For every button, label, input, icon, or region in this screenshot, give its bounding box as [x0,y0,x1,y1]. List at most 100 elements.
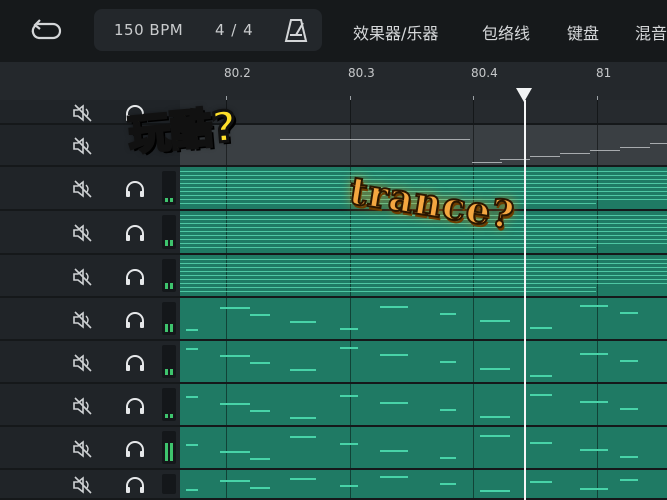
midi-note[interactable] [290,478,316,480]
headphones-icon[interactable] [124,267,146,287]
midi-note[interactable] [380,476,408,478]
midi-note[interactable] [580,353,608,355]
speaker-muted-icon[interactable] [72,103,94,123]
midi-note[interactable] [340,485,358,487]
menu-envelope[interactable]: 包络线 [482,20,530,44]
midi-note[interactable] [250,458,270,460]
midi-note[interactable] [530,327,552,329]
midi-note[interactable] [530,442,552,444]
speaker-muted-icon[interactable] [72,396,94,416]
midi-note[interactable] [250,410,270,412]
midi-note[interactable] [530,394,552,396]
midi-note[interactable] [220,403,250,405]
headphones-icon[interactable] [124,310,146,330]
midi-note[interactable] [186,348,198,350]
speaker-muted-icon[interactable] [72,179,94,199]
midi-note[interactable] [290,369,316,371]
midi-note[interactable] [580,449,608,451]
grid-line [473,298,474,339]
midi-note[interactable] [186,489,198,491]
speaker-muted-icon[interactable] [72,267,94,287]
headphones-icon[interactable] [124,353,146,373]
midi-note[interactable] [290,321,316,323]
track-lane[interactable] [180,255,667,298]
midi-note[interactable] [440,409,456,411]
midi-note[interactable] [340,347,358,349]
midi-note[interactable] [480,368,510,370]
time-signature-display[interactable]: 4 / 4 [215,21,254,39]
midi-note[interactable] [250,314,270,316]
midi-note[interactable] [440,313,456,315]
midi-note[interactable] [290,436,316,438]
track-lane[interactable] [180,384,667,427]
menu-keyboard[interactable]: 键盘 [567,20,599,44]
midi-note[interactable] [620,479,638,481]
midi-note[interactable] [620,408,638,410]
speaker-muted-icon[interactable] [72,136,94,156]
midi-note[interactable] [250,487,270,489]
speaker-muted-icon[interactable] [72,439,94,459]
midi-note[interactable] [530,375,552,377]
track-lane[interactable] [180,298,667,341]
midi-note[interactable] [380,354,408,356]
midi-note[interactable] [186,444,198,446]
bpm-display[interactable]: 150 BPM [114,21,183,39]
midi-note[interactable] [620,456,638,458]
midi-note[interactable] [186,396,198,398]
midi-note[interactable] [340,328,358,330]
speaker-muted-icon[interactable] [72,223,94,243]
headphones-icon[interactable] [124,475,146,495]
track-lane[interactable] [180,125,667,167]
midi-note[interactable] [580,488,608,490]
menu-mix[interactable]: 混音 [635,20,667,44]
grid-line [597,427,598,468]
track-lane[interactable] [180,341,667,384]
speaker-muted-icon[interactable] [72,475,94,495]
midi-note[interactable] [340,395,358,397]
track-lane[interactable] [180,100,667,125]
midi-note[interactable] [620,312,638,314]
headphones-icon[interactable] [124,223,146,243]
track-lane[interactable] [180,427,667,470]
midi-note[interactable] [480,435,510,437]
midi-note[interactable] [440,457,456,459]
midi-note[interactable] [480,490,510,492]
headphones-icon[interactable] [124,439,146,459]
midi-note[interactable] [580,401,608,403]
note-line [180,287,596,288]
midi-note[interactable] [620,360,638,362]
midi-note[interactable] [380,402,408,404]
menu-effects-instruments[interactable]: 效果器/乐器 [353,20,438,44]
midi-note[interactable] [290,417,316,419]
midi-note[interactable] [220,307,250,309]
headphones-icon[interactable] [124,179,146,199]
grid-line [226,298,227,339]
loop-button[interactable] [28,14,64,48]
note-line [180,283,667,284]
midi-note[interactable] [480,416,510,418]
midi-note[interactable] [250,362,270,364]
note-line [180,235,667,236]
ruler-label: 80.4 [471,66,498,80]
note-line [180,291,596,292]
speaker-muted-icon[interactable] [72,310,94,330]
speaker-muted-icon[interactable] [72,353,94,373]
midi-note[interactable] [186,329,198,331]
level-meter-bar [170,443,173,461]
metronome-icon[interactable] [284,17,308,43]
midi-note[interactable] [440,483,456,485]
midi-note[interactable] [440,361,456,363]
midi-note[interactable] [480,320,510,322]
track-lane[interactable] [180,470,667,500]
headphones-icon[interactable] [124,396,146,416]
midi-note[interactable] [530,481,552,483]
midi-note[interactable] [220,355,250,357]
midi-note[interactable] [380,306,408,308]
grid-line [226,341,227,382]
midi-note[interactable] [580,305,608,307]
level-meter [162,215,176,249]
midi-note[interactable] [220,480,250,482]
midi-note[interactable] [340,443,358,445]
midi-note[interactable] [380,450,408,452]
midi-note[interactable] [220,451,250,453]
